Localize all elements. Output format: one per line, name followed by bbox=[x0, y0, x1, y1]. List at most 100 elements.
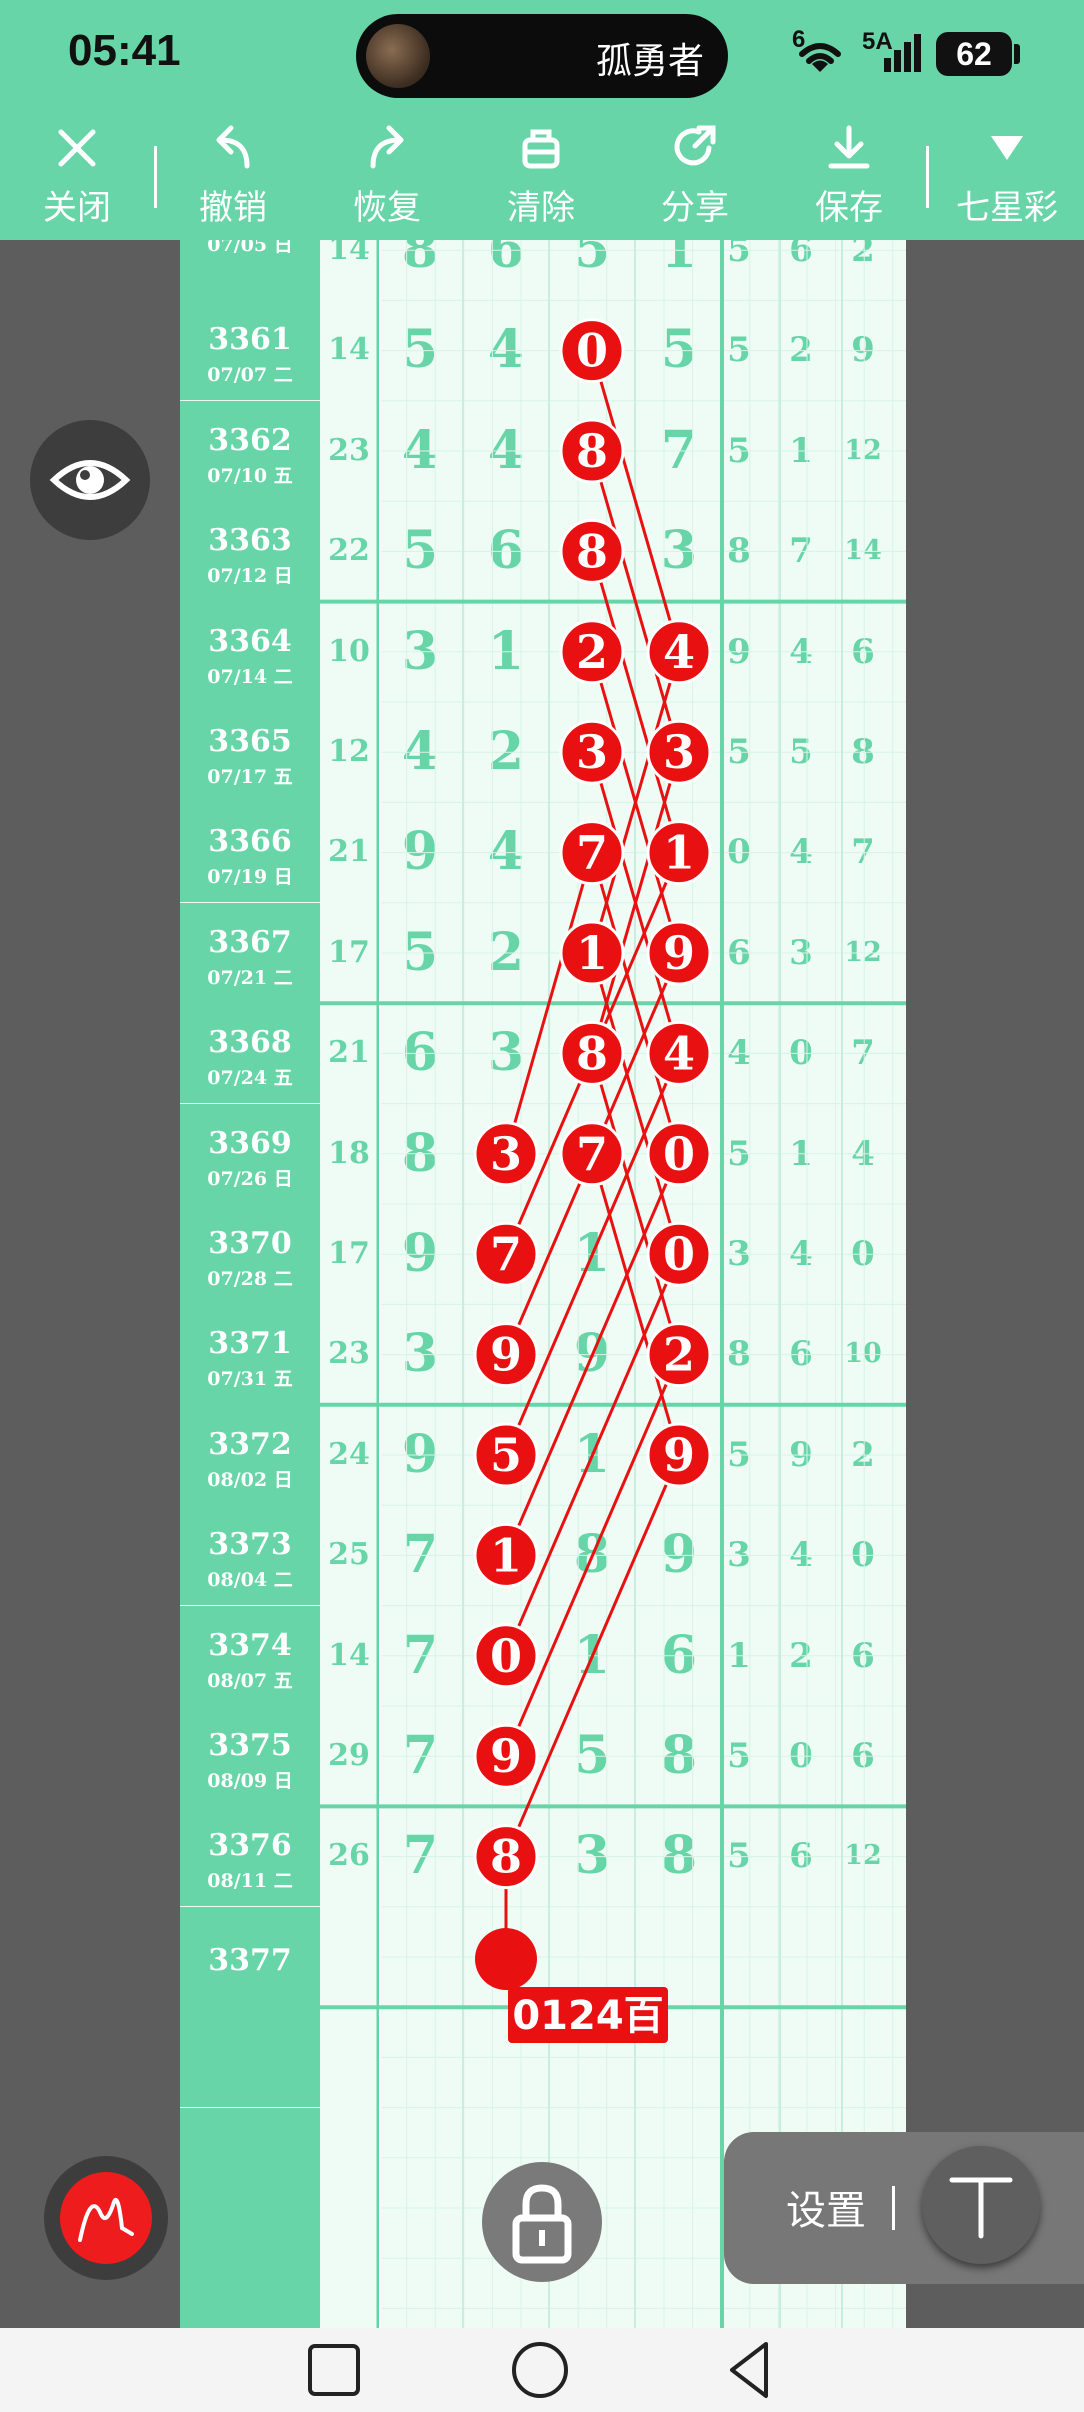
highlight-marker: 9 bbox=[473, 1723, 539, 1789]
toolbar-divider bbox=[926, 146, 929, 208]
home-icon[interactable] bbox=[508, 2338, 572, 2402]
highlight-marker: 4 bbox=[646, 1020, 712, 1086]
lottery-type-dropdown[interactable]: 七星彩 bbox=[932, 108, 1082, 240]
settings-panel: 设置 bbox=[724, 2132, 1084, 2284]
highlight-digit: 9 bbox=[663, 926, 695, 980]
pen-icon bbox=[78, 2197, 134, 2242]
highlight-digit: 9 bbox=[663, 1428, 695, 1482]
highlight-marker: 0 bbox=[646, 1121, 712, 1187]
highlight-marker: 8 bbox=[559, 518, 625, 584]
now-playing-title: 孤勇者 bbox=[595, 41, 704, 82]
highlight-digit: 1 bbox=[490, 1528, 522, 1582]
eye-icon bbox=[49, 460, 131, 500]
settings-button[interactable]: 设置 bbox=[786, 2178, 866, 2236]
lottery-type-label: 七星彩 bbox=[956, 188, 1058, 228]
close-icon bbox=[58, 129, 96, 167]
highlight-marker: 0 bbox=[646, 1221, 712, 1287]
highlight-marker: 8 bbox=[559, 1020, 625, 1086]
battery-tip bbox=[1014, 44, 1020, 64]
prediction-marker bbox=[475, 1928, 537, 1990]
highlight-digit: 0 bbox=[490, 1629, 522, 1683]
dynamic-island[interactable]: 孤勇者 bbox=[356, 14, 728, 98]
share-label: 分享 bbox=[661, 188, 729, 228]
album-thumbnail bbox=[366, 24, 430, 88]
highlight-marker: 0 bbox=[559, 318, 625, 384]
highlight-marker: 4 bbox=[646, 619, 712, 685]
status-time: 05:41 bbox=[68, 26, 181, 75]
highlight-marker: 0 bbox=[473, 1623, 539, 1689]
highlight-digit: 8 bbox=[490, 1830, 522, 1884]
highlight-digit: 8 bbox=[576, 424, 608, 478]
eraser-icon bbox=[522, 129, 560, 169]
highlight-digit: 4 bbox=[663, 1026, 695, 1080]
recent-apps-icon[interactable] bbox=[302, 2338, 366, 2402]
redo-icon bbox=[370, 125, 404, 169]
close-label: 关闭 bbox=[43, 188, 111, 228]
highlight-digit: 0 bbox=[663, 1227, 695, 1281]
undo-button[interactable]: 撤销 bbox=[158, 108, 308, 240]
highlight-marker: 9 bbox=[646, 1422, 712, 1488]
highlight-digit: 1 bbox=[576, 926, 608, 980]
highlight-digit: 1 bbox=[663, 826, 695, 880]
highlight-marker: 3 bbox=[646, 719, 712, 785]
highlight-digit: 7 bbox=[576, 1127, 608, 1181]
highlight-marker: 1 bbox=[473, 1522, 539, 1588]
highlight-marker: 3 bbox=[559, 719, 625, 785]
lock-button[interactable] bbox=[482, 2162, 602, 2282]
highlight-marker: 5 bbox=[473, 1422, 539, 1488]
prediction-label: 0124百 bbox=[512, 1993, 663, 2039]
battery-indicator: 62 bbox=[936, 32, 1012, 76]
highlight-digit: 5 bbox=[490, 1428, 522, 1482]
save-button[interactable]: 保存 bbox=[774, 108, 924, 240]
clear-label: 清除 bbox=[507, 188, 575, 228]
highlight-digit: 8 bbox=[576, 1026, 608, 1080]
back-icon[interactable] bbox=[718, 2338, 782, 2402]
highlight-marker: 7 bbox=[473, 1221, 539, 1287]
highlight-digit: 7 bbox=[576, 826, 608, 880]
share-button[interactable]: 分享 bbox=[620, 108, 770, 240]
triangle-down-icon bbox=[991, 136, 1023, 160]
highlight-marker: 1 bbox=[646, 820, 712, 886]
highlight-marker: 2 bbox=[559, 619, 625, 685]
undo-icon bbox=[216, 125, 250, 169]
undo-label: 撤销 bbox=[199, 188, 267, 228]
highlight-digit: 0 bbox=[663, 1127, 695, 1181]
toolbar: 关闭 撤销 恢复 清除 分享 保存 七星彩 bbox=[0, 108, 1084, 240]
highlight-digit: 2 bbox=[663, 1328, 695, 1382]
highlight-marker: 9 bbox=[646, 920, 712, 986]
clear-button[interactable]: 清除 bbox=[466, 108, 616, 240]
highlight-marker: 7 bbox=[559, 820, 625, 886]
highlight-digit: 0 bbox=[576, 324, 608, 378]
highlight-marker: 9 bbox=[473, 1322, 539, 1388]
redo-label: 恢复 bbox=[353, 188, 421, 228]
highlight-digit: 8 bbox=[576, 524, 608, 578]
pen-tool-button[interactable] bbox=[44, 2156, 168, 2280]
share-icon bbox=[674, 125, 716, 166]
highlight-digit: 3 bbox=[576, 725, 608, 779]
pen-tool-fill bbox=[60, 2172, 152, 2264]
highlight-digit: 9 bbox=[490, 1328, 522, 1382]
highlight-digit: 7 bbox=[490, 1227, 522, 1281]
system-navigation-bar bbox=[0, 2328, 1084, 2412]
highlight-digit: 4 bbox=[663, 625, 695, 679]
trend-chart[interactable]: 07/05 日148651562336107/07 二1454055293362… bbox=[180, 240, 906, 2328]
highlight-marker: 8 bbox=[559, 418, 625, 484]
toggle-visibility-button[interactable] bbox=[30, 420, 150, 540]
status-bar: 05:41 孤勇者 6 5A 62 bbox=[0, 0, 1084, 108]
highlight-marker: 1 bbox=[559, 920, 625, 986]
lock-icon bbox=[512, 2184, 572, 2264]
signal-icon bbox=[884, 34, 921, 72]
highlight-marker: 2 bbox=[646, 1322, 712, 1388]
highlight-digit: 3 bbox=[663, 725, 695, 779]
highlight-digit: 3 bbox=[490, 1127, 522, 1181]
settings-divider bbox=[892, 2186, 895, 2230]
drawing-overlay[interactable]: 0882 43 37 11 98 43 7 07 09 25 910980124百 bbox=[180, 240, 906, 2328]
toolbar-divider bbox=[154, 146, 157, 208]
text-tool-button[interactable] bbox=[922, 2146, 1040, 2264]
highlight-digit: 9 bbox=[490, 1729, 522, 1783]
highlight-marker: 3 bbox=[473, 1121, 539, 1187]
save-label: 保存 bbox=[815, 188, 883, 228]
redo-button[interactable]: 恢复 bbox=[312, 108, 462, 240]
close-button[interactable]: 关闭 bbox=[2, 108, 152, 240]
highlight-marker: 8 bbox=[473, 1824, 539, 1890]
